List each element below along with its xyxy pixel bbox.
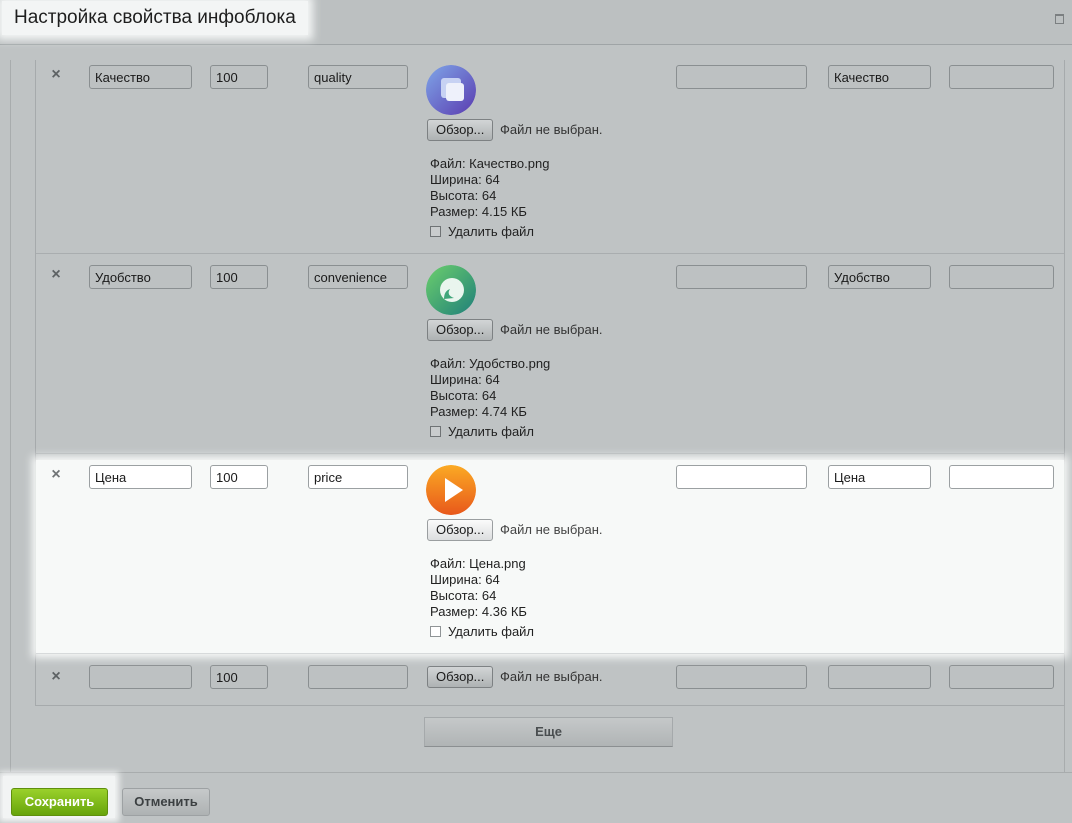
- value-name-input[interactable]: [89, 265, 192, 289]
- delete-row-icon[interactable]: ×: [50, 67, 62, 83]
- file-size: Размер: 4.15 КБ: [430, 204, 527, 219]
- enum-values-table: × Обзор... Файл не выбран. Файл: Качеств…: [35, 60, 1065, 706]
- browse-button[interactable]: Обзор...: [427, 119, 494, 141]
- file-name: Файл: Цена.png: [430, 556, 526, 571]
- file-height: Высота: 64: [430, 188, 497, 203]
- extra-field-2[interactable]: [828, 465, 931, 489]
- convenience-icon: [426, 265, 476, 315]
- file-name: Файл: Удобство.png: [430, 356, 551, 371]
- extra-field-1[interactable]: [676, 665, 807, 689]
- extra-field-2[interactable]: [828, 265, 931, 289]
- table-row-new: × Обзор... Файл не выбран.: [36, 660, 1064, 704]
- file-height: Высота: 64: [430, 588, 497, 603]
- extra-field-3[interactable]: [949, 265, 1054, 289]
- extra-field-2[interactable]: [828, 665, 931, 689]
- delete-file-checkbox[interactable]: Удалить файл: [430, 624, 534, 639]
- xml-id-input[interactable]: [308, 265, 408, 289]
- extra-field-1[interactable]: [676, 65, 807, 89]
- extra-field-1[interactable]: [676, 465, 807, 489]
- sort-input[interactable]: [210, 465, 268, 489]
- delete-file-checkbox[interactable]: Удалить файл: [430, 424, 534, 439]
- file-size: Размер: 4.36 КБ: [430, 604, 527, 619]
- table-row: × Обзор... Файл не выбран. Файл: Качеств…: [36, 60, 1064, 254]
- delete-file-label: Удалить файл: [448, 424, 535, 439]
- browse-button[interactable]: Обзор...: [427, 319, 494, 341]
- file-name: Файл: Качество.png: [430, 156, 550, 171]
- xml-id-input[interactable]: [308, 665, 408, 689]
- file-width: Ширина: 64: [430, 572, 500, 587]
- table-row-highlighted: × Обзор... Файл не выбран. Файл: Цена.pn…: [36, 460, 1064, 654]
- no-file-text: Файл не выбран.: [500, 669, 603, 684]
- extra-field-3[interactable]: [949, 665, 1054, 689]
- extra-field-1[interactable]: [676, 265, 807, 289]
- delete-file-checkbox[interactable]: Удалить файл: [430, 224, 534, 239]
- save-button[interactable]: Сохранить: [11, 788, 108, 816]
- checkbox[interactable]: [430, 226, 441, 237]
- value-name-input[interactable]: [89, 65, 192, 89]
- xml-id-input[interactable]: [308, 465, 408, 489]
- dialog-content: × Обзор... Файл не выбран. Файл: Качеств…: [10, 60, 1065, 772]
- xml-id-input[interactable]: [308, 65, 408, 89]
- file-info: Файл: Удобство.png Ширина: 64 Высота: 64…: [430, 356, 550, 420]
- delete-row-icon[interactable]: ×: [50, 267, 62, 283]
- file-height: Высота: 64: [430, 388, 497, 403]
- no-file-text: Файл не выбран.: [500, 522, 603, 537]
- checkbox[interactable]: [430, 426, 441, 437]
- file-size: Размер: 4.74 КБ: [430, 404, 527, 419]
- quality-icon: [426, 65, 476, 115]
- no-file-text: Файл не выбран.: [500, 122, 603, 137]
- extra-field-3[interactable]: [949, 465, 1054, 489]
- delete-file-label: Удалить файл: [448, 624, 535, 639]
- extra-field-3[interactable]: [949, 65, 1054, 89]
- dialog-title: Настройка свойства инфоблока: [2, 1, 308, 35]
- dialog-titlebar: Настройка свойства инфоблока: [0, 0, 1072, 45]
- cancel-button[interactable]: Отменить: [122, 788, 210, 816]
- browse-button[interactable]: Обзор...: [427, 519, 494, 541]
- delete-row-icon[interactable]: ×: [50, 467, 62, 483]
- checkbox[interactable]: [430, 626, 441, 637]
- file-info: Файл: Качество.png Ширина: 64 Высота: 64…: [430, 156, 549, 220]
- browse-button[interactable]: Обзор...: [427, 666, 494, 688]
- dialog-footer: Сохранить Отменить: [0, 772, 1072, 823]
- sort-input[interactable]: [210, 65, 268, 89]
- value-name-input[interactable]: [89, 465, 192, 489]
- file-width: Ширина: 64: [430, 372, 500, 387]
- delete-file-label: Удалить файл: [448, 224, 535, 239]
- file-info: Файл: Цена.png Ширина: 64 Высота: 64 Раз…: [430, 556, 527, 620]
- extra-field-2[interactable]: [828, 65, 931, 89]
- no-file-text: Файл не выбран.: [500, 322, 603, 337]
- price-play-icon: [426, 465, 476, 515]
- delete-row-icon[interactable]: ×: [50, 669, 62, 685]
- maximize-icon[interactable]: [1055, 14, 1064, 24]
- more-button[interactable]: Еще: [424, 717, 673, 747]
- file-width: Ширина: 64: [430, 172, 500, 187]
- sort-input[interactable]: [210, 265, 268, 289]
- table-row: × Обзор... Файл не выбран. Файл: Удобств…: [36, 260, 1064, 454]
- sort-input[interactable]: [210, 665, 268, 689]
- value-name-input[interactable]: [89, 665, 192, 689]
